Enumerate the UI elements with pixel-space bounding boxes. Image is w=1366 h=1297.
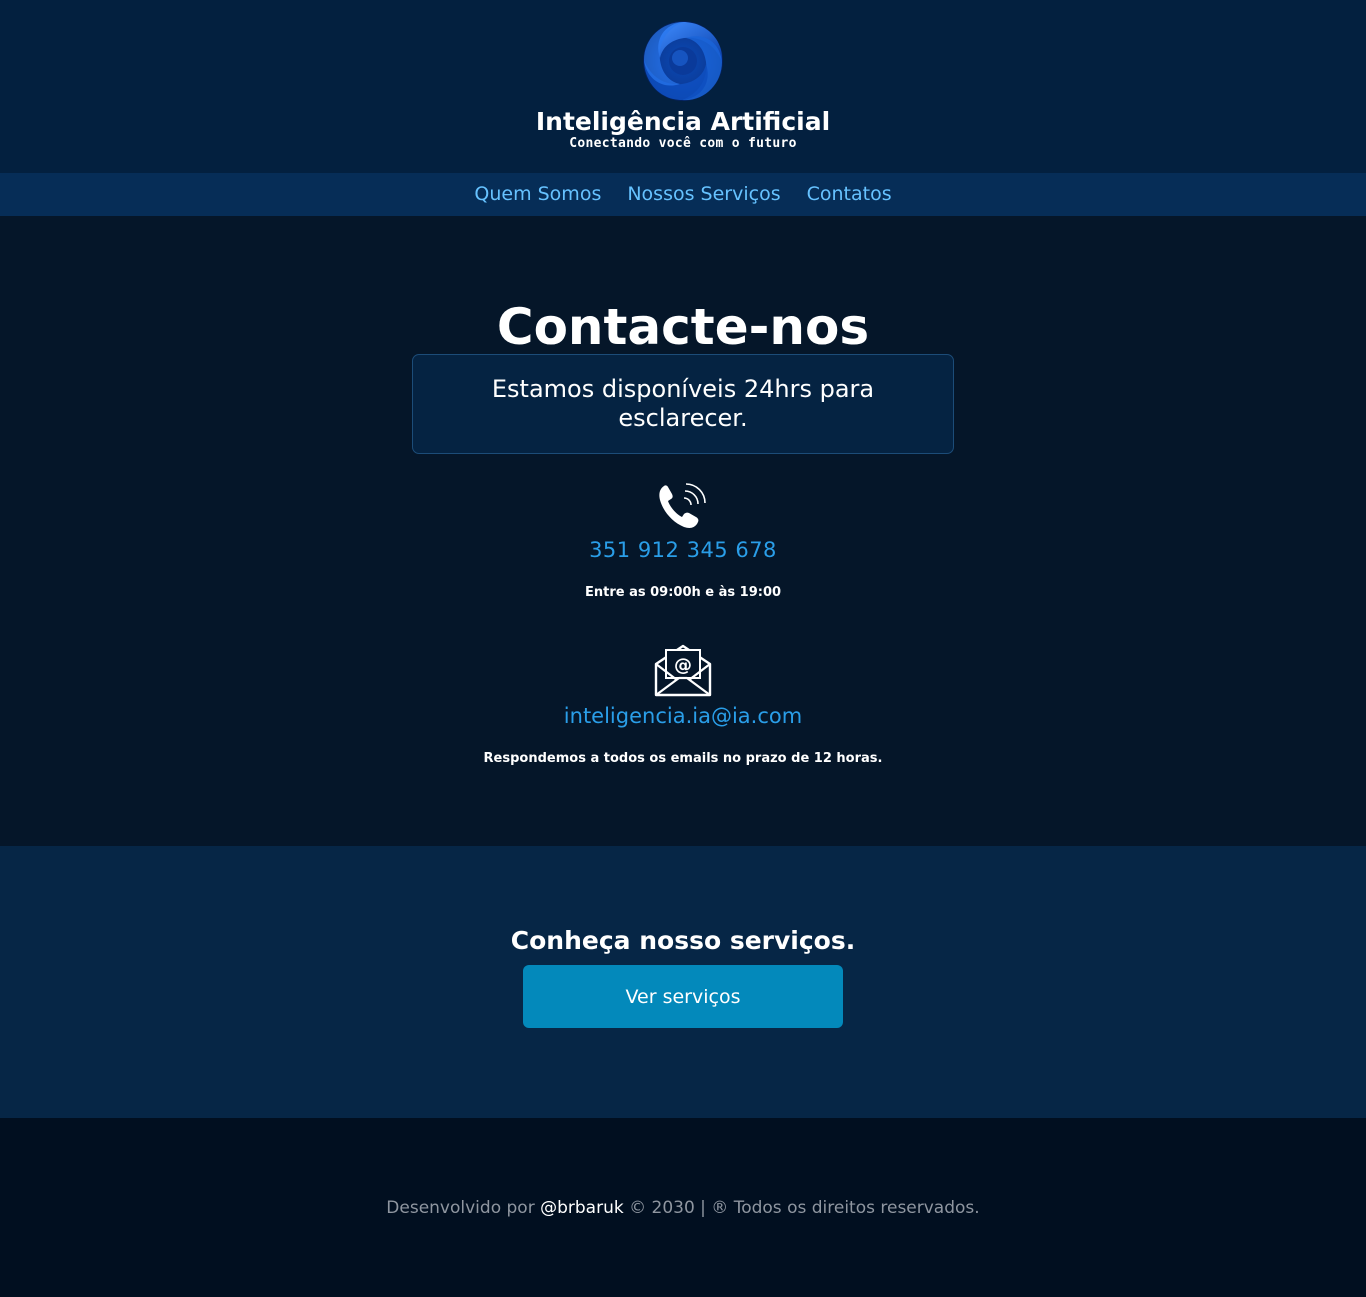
- nav-item-nossos-servicos[interactable]: Nossos Serviços: [627, 173, 780, 216]
- phone-link[interactable]: 351 912 345 678: [0, 536, 1366, 564]
- site-footer: Desenvolvido por @brbaruk © 2030 | ® Tod…: [0, 1118, 1366, 1297]
- phone-hours: Entre as 09:00h e às 19:00: [584, 585, 782, 600]
- nav-item-contatos[interactable]: Contatos: [807, 173, 892, 216]
- main-nav: Quem Somos Nossos Serviços Contatos: [0, 173, 1366, 216]
- footer-suffix: © 2030 | ® Todos os direitos reservados.: [629, 1198, 980, 1218]
- mail-icon: @: [653, 644, 713, 698]
- email-link[interactable]: inteligencia.ia@ia.com: [0, 702, 1366, 730]
- availability-text: Estamos disponíveis 24hrs para esclarece…: [491, 375, 875, 432]
- swirl-logo-icon[interactable]: [640, 18, 726, 104]
- services-section: Conheça nosso serviços. Ver serviços: [0, 846, 1366, 1118]
- author-handle-link[interactable]: @brbaruk: [540, 1198, 624, 1218]
- footer-text: Desenvolvido por @brbaruk © 2030 | ® Tod…: [0, 1196, 1366, 1220]
- brand-tagline: Conectando você com o futuro: [569, 136, 797, 151]
- nav-item-quem-somos[interactable]: Quem Somos: [474, 173, 601, 216]
- view-services-button[interactable]: Ver serviços: [523, 965, 843, 1028]
- email-note: Respondemos a todos os emails no prazo d…: [483, 751, 883, 766]
- page-title: Contacte-nos: [496, 298, 870, 356]
- contact-section: Contacte-nos Estamos disponíveis 24hrs p…: [0, 216, 1366, 846]
- svg-text:@: @: [674, 655, 692, 676]
- site-header: Inteligência Artificial Conectando você …: [0, 0, 1366, 173]
- availability-box: Estamos disponíveis 24hrs para esclarece…: [412, 354, 954, 454]
- brand-title: Inteligência Artificial: [535, 107, 831, 136]
- footer-prefix: Desenvolvido por: [386, 1198, 535, 1218]
- services-title: Conheça nosso serviços.: [510, 926, 856, 955]
- phone-icon: [656, 480, 710, 530]
